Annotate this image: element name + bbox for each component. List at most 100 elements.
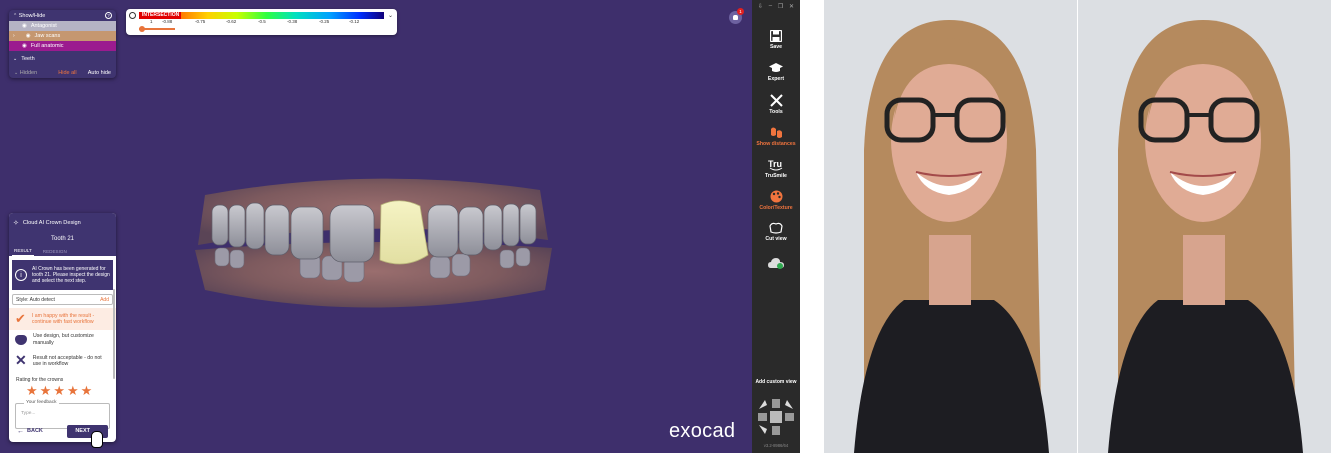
- minimize-icon[interactable]: –: [769, 3, 772, 9]
- style-label: Style: Auto detect: [16, 296, 55, 303]
- cut-view-label: Cut view: [765, 236, 787, 242]
- photo-comparison: [824, 0, 1331, 453]
- star-icon[interactable]: ★: [81, 384, 93, 397]
- panel-title: Cloud AI Crown Design: [22, 220, 81, 226]
- back-label: BACK: [27, 428, 43, 434]
- eye-icon[interactable]: ◉: [26, 33, 31, 39]
- eye-icon[interactable]: ◉: [22, 23, 27, 29]
- jaw-scans-label: Jaw scans: [34, 33, 61, 39]
- tick-label: -0.62: [226, 19, 237, 24]
- hidden-label: Hidden: [19, 70, 38, 76]
- save-label: Save: [769, 44, 783, 50]
- view-cube-icon[interactable]: [754, 395, 798, 439]
- full-anatomic-label: Full anatomic: [30, 43, 64, 49]
- expert-label: Expert: [767, 75, 785, 82]
- star-icon[interactable]: ★: [26, 384, 38, 397]
- tools-icon: [769, 93, 783, 107]
- add-custom-view-button[interactable]: Add custom view: [752, 379, 800, 385]
- show-hide-header[interactable]: ⌃ Show/Hide: [13, 13, 45, 19]
- notification-button[interactable]: 1: [729, 8, 744, 24]
- tick-label: -0.5: [258, 19, 266, 24]
- hide-all-button[interactable]: Hide all: [58, 70, 76, 76]
- expert-button[interactable]: Expert: [752, 56, 800, 88]
- feedback-placeholder: Type...: [21, 410, 36, 416]
- show-distances-label: Show distances: [756, 140, 796, 147]
- login-icon[interactable]: ⇩: [758, 3, 763, 10]
- jaw-scans-row[interactable]: › ◉ Jaw scans: [9, 31, 116, 41]
- magic-wand-icon: ✧: [13, 220, 19, 227]
- save-icon: [770, 30, 782, 42]
- add-style-button[interactable]: Add: [100, 297, 109, 303]
- info-text: AI Crown has been generated for tooth 21…: [32, 265, 110, 285]
- chevron-right-icon[interactable]: ›: [13, 33, 15, 39]
- tools-label: Tools: [769, 108, 783, 115]
- right-toolbar: ⇩ – ❐ ✕ Save Expert Tools Show distances…: [752, 0, 800, 453]
- teeth-row[interactable]: ⌄ Teeth: [9, 54, 116, 64]
- color-texture-label: Color/Texture: [759, 204, 793, 211]
- trusmile-label: TruSmile: [765, 172, 787, 179]
- bell-icon: [733, 15, 738, 20]
- option-customize-text: Use design, but customize manually: [33, 333, 94, 346]
- panel-scrollbar[interactable]: [113, 289, 115, 379]
- option-customize[interactable]: Use design, but customize manually: [9, 330, 116, 349]
- tick-label: -0.38: [287, 19, 298, 24]
- close-icon[interactable]: ✕: [789, 3, 794, 10]
- tab-result[interactable]: RESULT: [12, 246, 34, 256]
- exocad-logo: exocad: [669, 420, 736, 442]
- show-distances-button[interactable]: Show distances: [752, 120, 800, 152]
- auto-hide-button[interactable]: Auto hide: [88, 70, 111, 76]
- ai-crown-panel: ✧ Cloud AI Crown Design Tooth 21 RESULT …: [9, 213, 116, 442]
- 3d-viewport[interactable]: ⌃ Show/Hide ? ◉ Antagonist › ◉ Jaw scans…: [0, 0, 752, 453]
- save-button[interactable]: Save: [752, 24, 800, 56]
- teeth-label: Teeth: [21, 56, 35, 62]
- tools-button[interactable]: Tools: [752, 88, 800, 120]
- legend-dropdown-icon[interactable]: ⌄: [388, 12, 393, 19]
- portrait-after: [1108, 20, 1303, 453]
- check-icon: ✔: [15, 311, 26, 326]
- tooth-label: Tooth 21: [50, 236, 75, 242]
- info-icon: i: [15, 269, 27, 281]
- cloud-button[interactable]: [752, 248, 800, 280]
- arrow-left-icon: ←: [17, 427, 24, 435]
- full-anatomic-row[interactable]: ◉ Full anatomic: [9, 41, 116, 51]
- legend-title: INTERSECTION: [140, 12, 182, 19]
- tab-redesign[interactable]: REDESIGN: [41, 247, 69, 256]
- back-button[interactable]: ← BACK: [17, 428, 43, 435]
- cloud-icon: [768, 258, 784, 269]
- color-scale-bar: INTERSECTION: [139, 12, 384, 19]
- trusmile-icon: Tru: [768, 159, 783, 170]
- chevron-down-icon[interactable]: ⌄: [13, 56, 17, 62]
- tick-label: -0.75: [195, 19, 206, 24]
- star-icon[interactable]: ★: [53, 384, 65, 397]
- option-happy-text: I am happy with the result - continue wi…: [31, 312, 95, 326]
- show-hide-panel: ⌃ Show/Hide ? ◉ Antagonist › ◉ Jaw scans…: [9, 10, 116, 78]
- version-label: v3.2-8986/64: [763, 443, 789, 448]
- color-texture-button[interactable]: Color/Texture: [752, 184, 800, 216]
- slider-handle[interactable]: [139, 25, 145, 32]
- feedback-label: Your feedback: [24, 399, 59, 405]
- x-icon: ✕: [15, 352, 27, 369]
- tick-label: -0.25: [319, 19, 330, 24]
- restore-icon[interactable]: ❐: [778, 3, 783, 10]
- palette-icon: [770, 190, 782, 202]
- star-icon[interactable]: ★: [67, 384, 79, 397]
- cut-view-icon: [769, 222, 783, 234]
- star-icon[interactable]: ★: [40, 384, 52, 397]
- style-selector[interactable]: Style: Auto detect Add: [12, 294, 113, 305]
- option-reject[interactable]: ✕ Result not acceptable - do not use in …: [9, 349, 116, 373]
- antagonist-row[interactable]: ◉ Antagonist: [9, 21, 116, 31]
- distance-legend: INTERSECTION 1 -0.88 -0.75 -0.62 -0.5 -0…: [126, 9, 397, 35]
- star-rating[interactable]: ★ ★ ★ ★ ★: [9, 384, 116, 397]
- hidden-toggle[interactable]: ⌄ Hidden: [14, 70, 37, 76]
- help-icon[interactable]: ?: [105, 12, 112, 19]
- next-label: NEXT: [75, 428, 90, 434]
- tick-label: 1: [150, 19, 153, 24]
- tooth-edit-icon: [15, 334, 27, 345]
- tick-label: -0.12: [349, 19, 360, 24]
- trusmile-button[interactable]: Tru TruSmile: [752, 152, 800, 184]
- option-happy[interactable]: ✔ I am happy with the result - continue …: [9, 308, 116, 331]
- eye-icon[interactable]: ◉: [22, 43, 27, 49]
- notification-badge: 1: [737, 8, 744, 15]
- cut-view-button[interactable]: Cut view: [752, 216, 800, 248]
- show-hide-title: Show/Hide: [18, 12, 46, 19]
